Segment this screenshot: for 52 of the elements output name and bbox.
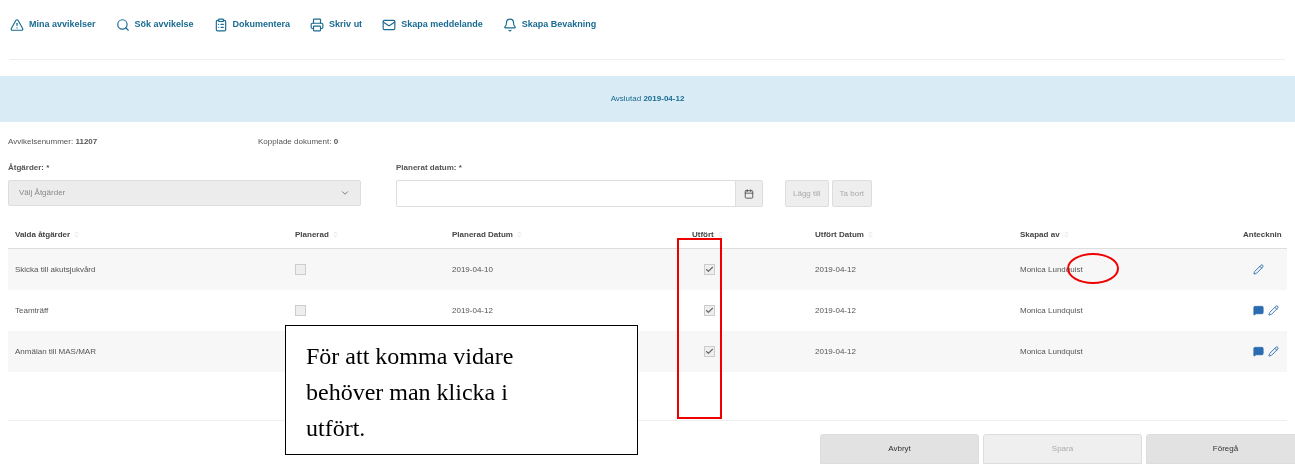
- table-cell-text: Teamträff: [15, 304, 50, 317]
- mail-icon: [382, 18, 397, 32]
- column-header[interactable]: Planerad: [295, 228, 452, 241]
- column-header[interactable]: Skapad av: [1020, 228, 1243, 241]
- table-cell-text: Monica Lundquist: [1020, 304, 1084, 317]
- date-field[interactable]: [396, 180, 763, 207]
- chevron-icon: [340, 188, 350, 198]
- field-label: Åtgärder: *: [8, 162, 51, 174]
- clipboard-icon: [213, 18, 228, 32]
- table-cell-text: 2019-04-12: [815, 263, 857, 276]
- column-header[interactable]: Utfört: [692, 228, 815, 241]
- info-text: Kopplade dokument: 0: [258, 136, 339, 148]
- pencil-icon[interactable]: [1268, 305, 1279, 316]
- print-icon: [310, 18, 325, 32]
- toolbar-link[interactable]: Skapa Bevakning: [502, 18, 597, 32]
- info-text: Avvikelsenummer: 11207: [8, 136, 99, 148]
- toolbar-link[interactable]: Skapa meddelande: [382, 18, 483, 32]
- footer-button[interactable]: Avbryt: [820, 434, 979, 464]
- comment-icon[interactable]: [1253, 346, 1264, 357]
- column-header[interactable]: Planerad Datum: [452, 228, 692, 241]
- footer-button[interactable]: Föregå: [1146, 434, 1295, 464]
- pencil-icon[interactable]: [1268, 346, 1279, 357]
- warning-icon: [10, 18, 24, 32]
- comment-icon[interactable]: [1253, 305, 1264, 316]
- actions-select[interactable]: Välj Åtgärder: [8, 180, 361, 206]
- checkbox[interactable]: [704, 346, 715, 357]
- table-cell-text: 2019-04-12: [815, 345, 857, 358]
- column-header[interactable]: Antecknin: [1243, 228, 1287, 241]
- toolbar-link[interactable]: Mina avvikelser: [10, 18, 96, 32]
- checkbox[interactable]: [704, 264, 715, 275]
- field-label: Planerat datum: *: [396, 162, 463, 174]
- search-icon: [115, 18, 130, 32]
- table-cell-text: 2019-04-10: [452, 263, 494, 276]
- column-header[interactable]: Utfört Datum: [815, 228, 1020, 241]
- toolbar-link[interactable]: Skriv ut: [310, 18, 363, 32]
- calendar-icon: [744, 188, 754, 199]
- column-header[interactable]: Valda åtgärder: [15, 228, 295, 241]
- checkbox[interactable]: [295, 264, 306, 275]
- bell-icon: [502, 18, 517, 32]
- checkbox[interactable]: [704, 305, 715, 316]
- table-cell-text: Monica Lundquist: [1020, 345, 1084, 358]
- status-banner: Avslutad 2019-04-12: [0, 76, 1295, 122]
- table-cell-text: Anmälan till MAS/MAR: [15, 345, 97, 358]
- table-cell-text: Skicka till akutsjukvård: [15, 263, 97, 276]
- table-cell-text: 2019-04-12: [452, 304, 494, 317]
- pencil-icon[interactable]: [1253, 264, 1264, 275]
- toolbar-link[interactable]: Dokumentera: [213, 18, 291, 32]
- toolbar-link[interactable]: Sök avvikelse: [115, 18, 194, 32]
- callout-text: För att komma vidare behöver man klicka i utfört.: [285, 325, 638, 455]
- calendar-button[interactable]: [735, 181, 762, 206]
- checkbox[interactable]: [295, 305, 306, 316]
- table-cell-text: 2019-04-12: [815, 304, 857, 317]
